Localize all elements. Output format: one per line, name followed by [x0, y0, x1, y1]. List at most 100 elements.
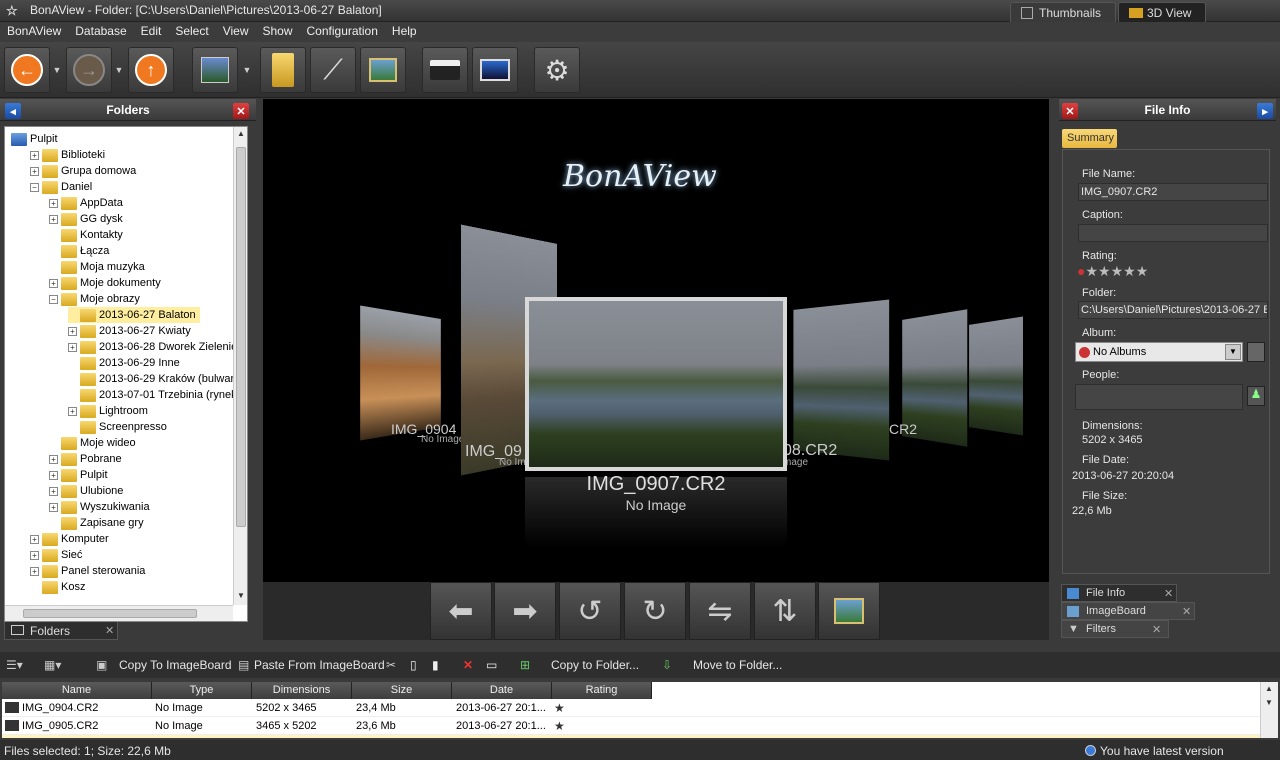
- tree-item[interactable]: − Moje obrazy: [49, 291, 144, 307]
- menu-database[interactable]: Database: [68, 22, 133, 38]
- star-icon[interactable]: ★: [1085, 263, 1098, 279]
- file-list[interactable]: Name Type Dimensions Size Date Rating IM…: [2, 682, 1278, 738]
- tab-3d-view[interactable]: 3D View: [1118, 2, 1206, 22]
- copy-icon[interactable]: ▯: [410, 658, 417, 672]
- people-field[interactable]: [1075, 384, 1243, 410]
- menu-select[interactable]: Select: [168, 22, 215, 38]
- chevron-down-icon[interactable]: ▼: [1225, 344, 1241, 360]
- menu-edit[interactable]: Edit: [134, 22, 169, 38]
- expand-icon[interactable]: +: [49, 214, 58, 224]
- expand-icon[interactable]: +: [68, 406, 77, 416]
- expand-icon[interactable]: +: [49, 486, 58, 496]
- expand-icon[interactable]: +: [30, 150, 39, 160]
- tree-item[interactable]: + Komputer: [30, 531, 113, 547]
- thumbnail-right-1[interactable]: [793, 299, 890, 461]
- column-header-date[interactable]: Date: [452, 682, 552, 699]
- column-header-type[interactable]: Type: [152, 682, 252, 699]
- tree-item[interactable]: Screenpresso: [68, 419, 171, 435]
- tab-imageboard[interactable]: ImageBoard ✕: [1061, 602, 1195, 620]
- expand-icon[interactable]: +: [68, 342, 77, 352]
- star-icon[interactable]: ★: [1136, 263, 1149, 279]
- cut-icon[interactable]: ✂: [386, 658, 396, 672]
- tree-item[interactable]: Kosz: [30, 579, 89, 595]
- add-person-icon[interactable]: ♟: [1247, 386, 1265, 406]
- copy-to-folder-button[interactable]: Copy to Folder...: [551, 658, 639, 672]
- paste-from-imageboard-button[interactable]: Paste From ImageBoard: [254, 658, 385, 672]
- forward-dropdown[interactable]: ▼: [112, 47, 126, 93]
- rotate-left-button[interactable]: ↺: [559, 582, 621, 640]
- crop-button[interactable]: ⟋: [310, 47, 356, 93]
- close-folders-button[interactable]: ✕: [233, 103, 249, 119]
- close-tab-icon[interactable]: ✕: [1152, 623, 1161, 636]
- expand-icon[interactable]: +: [30, 534, 39, 544]
- album-select[interactable]: No Albums ▼: [1075, 342, 1243, 362]
- flip-vertical-button[interactable]: ⇅: [754, 582, 816, 640]
- file-name-field[interactable]: IMG_0907.CR2: [1078, 183, 1268, 201]
- paste-small-icon[interactable]: ▮: [432, 658, 439, 672]
- tree-item[interactable]: 2013-07-01 Trzebinia (rynek): [68, 387, 244, 403]
- tree-item[interactable]: + Sieć: [30, 547, 86, 563]
- edit-image-button[interactable]: [360, 47, 406, 93]
- list-vscrollbar[interactable]: ▲ ▼: [1260, 682, 1278, 738]
- folder-field[interactable]: C:\Users\Daniel\Pictures\2013-06-27 B: [1078, 301, 1268, 319]
- expand-icon[interactable]: +: [68, 326, 77, 336]
- tree-hscroll-thumb[interactable]: [23, 609, 197, 618]
- status-update[interactable]: You have latest version: [1100, 744, 1224, 758]
- delete-icon[interactable]: ✕: [463, 658, 473, 672]
- rotate-right-button[interactable]: ↻: [624, 582, 686, 640]
- tree-item[interactable]: Kontakty: [49, 227, 127, 243]
- column-header-name[interactable]: Name: [2, 682, 152, 699]
- table-row[interactable]: IMG_0905.CR2 No Image 3465 x 5202 23,6 M…: [2, 717, 1260, 735]
- previous-button[interactable]: ⬅: [430, 582, 492, 640]
- rating-stars[interactable]: ●★★★★★: [1077, 263, 1148, 280]
- next-button[interactable]: ➡: [494, 582, 556, 640]
- edit-button[interactable]: [818, 582, 880, 640]
- tree-item[interactable]: Pulpit: [11, 131, 62, 147]
- rating-icon[interactable]: ★: [554, 701, 565, 715]
- back-dropdown[interactable]: ▼: [50, 47, 64, 93]
- expand-icon[interactable]: +: [30, 550, 39, 560]
- tree-item[interactable]: +2013-06-27 Kwiaty: [68, 323, 195, 339]
- menu-view[interactable]: View: [216, 22, 256, 38]
- folder-button[interactable]: [260, 47, 306, 93]
- tree-item[interactable]: + Biblioteki: [30, 147, 109, 163]
- tree-item[interactable]: + Pulpit: [49, 467, 112, 483]
- collapse-right-button[interactable]: ▸: [1257, 103, 1273, 119]
- table-row[interactable]: IMG_0904.CR2 No Image 5202 x 3465 23,4 M…: [2, 699, 1260, 717]
- tab-thumbnails[interactable]: Thumbnails: [1010, 2, 1116, 22]
- main-thumbnail[interactable]: [525, 297, 787, 471]
- expand-icon[interactable]: +: [49, 470, 58, 480]
- tab-folders[interactable]: Folders ✕: [4, 622, 118, 640]
- tree-item[interactable]: + Lightroom: [68, 403, 152, 419]
- expand-icon[interactable]: +: [49, 278, 58, 288]
- columns-icon[interactable]: ▦▾: [44, 658, 61, 672]
- tree-item[interactable]: + Ulubione: [49, 483, 127, 499]
- forward-button[interactable]: →: [66, 47, 112, 93]
- list-view-icon[interactable]: ☰▾: [6, 658, 23, 672]
- close-tab-icon[interactable]: ✕: [105, 624, 114, 637]
- tab-file-info[interactable]: File Info ✕: [1061, 584, 1177, 602]
- up-button[interactable]: ↑: [128, 47, 174, 93]
- tree-item[interactable]: + Pobrane: [49, 451, 126, 467]
- 3d-viewer[interactable]: BonAView IMG_0904 No Image IMG_09 No Ima…: [263, 99, 1049, 582]
- expand-icon[interactable]: +: [49, 502, 58, 512]
- collapse-left-button[interactable]: ◂: [5, 103, 21, 119]
- expand-icon[interactable]: +: [49, 454, 58, 464]
- tree-item[interactable]: + GG dysk: [49, 211, 127, 227]
- menu-show[interactable]: Show: [255, 22, 299, 38]
- expand-icon[interactable]: +: [30, 166, 39, 176]
- expand-icon[interactable]: +: [30, 566, 39, 576]
- menu-bonaview[interactable]: BonAView: [0, 22, 68, 38]
- close-file-info-button[interactable]: ✕: [1062, 103, 1078, 119]
- import-dropdown[interactable]: ▼: [240, 47, 254, 93]
- tree-item[interactable]: Moja muzyka: [49, 259, 149, 275]
- column-header-size[interactable]: Size: [352, 682, 452, 699]
- star-icon[interactable]: ★: [1111, 263, 1124, 279]
- tree-item[interactable]: Zapisane gry: [49, 515, 148, 531]
- tree-item[interactable]: Moje wideo: [49, 435, 140, 451]
- caption-field[interactable]: [1078, 224, 1268, 242]
- tree-item[interactable]: +2013-06-28 Dworek Zieleniews: [68, 339, 247, 355]
- collapse-icon[interactable]: −: [30, 182, 39, 192]
- tree-item[interactable]: + Grupa domowa: [30, 163, 140, 179]
- column-header-rating[interactable]: Rating: [552, 682, 652, 699]
